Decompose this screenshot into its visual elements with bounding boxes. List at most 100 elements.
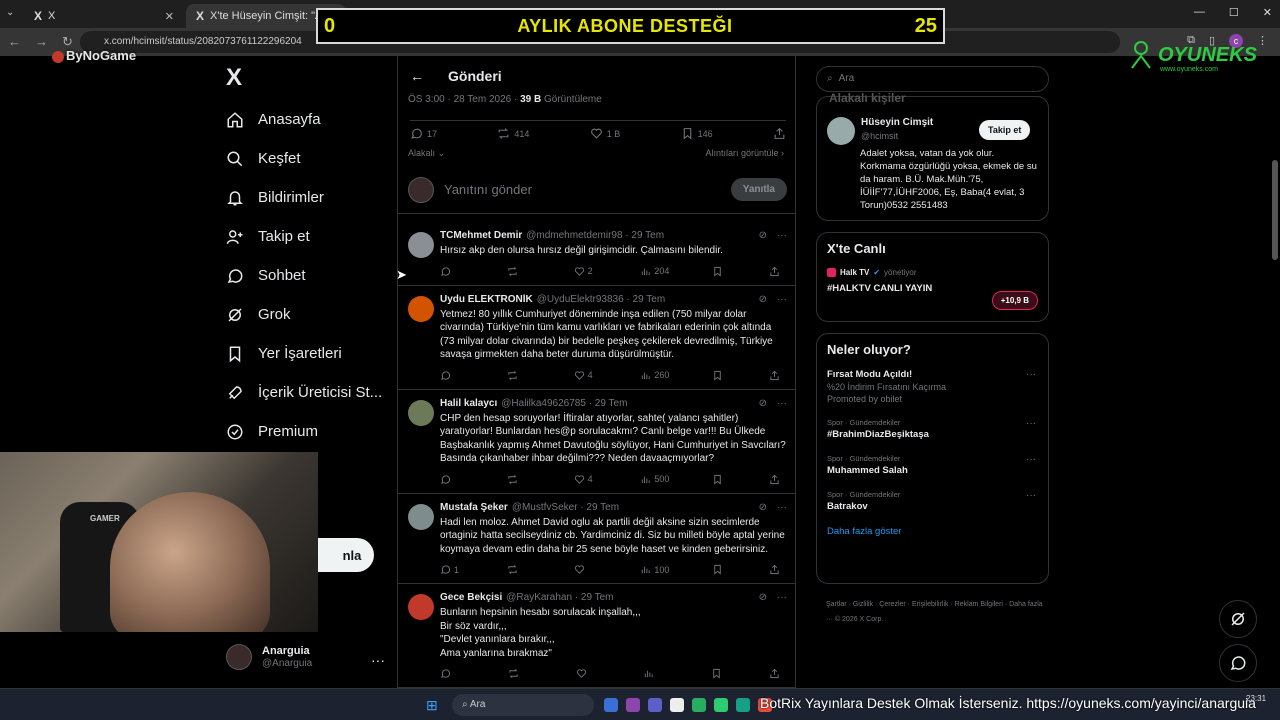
app-icon[interactable]: [604, 698, 618, 712]
repost-action[interactable]: [507, 564, 531, 575]
grok-fab-button[interactable]: [1219, 600, 1257, 638]
live-listener-count[interactable]: +10,9 B: [991, 291, 1038, 310]
app-icon[interactable]: [736, 698, 750, 712]
forward-icon[interactable]: →: [35, 34, 48, 50]
share-action[interactable]: [769, 668, 783, 679]
sidebar-item-grok[interactable]: Grok: [226, 295, 382, 334]
avatar[interactable]: [408, 503, 434, 530]
minimize-icon[interactable]: —: [1194, 6, 1205, 19]
user-name[interactable]: Hüseyin Cimşit: [861, 117, 933, 128]
grok-icon[interactable]: ⊘: [759, 592, 767, 603]
more-icon[interactable]: ···: [1026, 454, 1036, 465]
avatar[interactable]: [408, 594, 434, 620]
like-count[interactable]: 1 B: [590, 127, 620, 140]
sidebar-item-follow[interactable]: Takip et: [226, 217, 382, 256]
reply-action[interactable]: 1: [440, 564, 464, 575]
tab-x[interactable]: X X ✕: [24, 4, 184, 28]
view-quotes-link[interactable]: Alıntıları görüntüle ›: [705, 148, 784, 159]
more-icon[interactable]: ···: [777, 230, 787, 241]
reply-action[interactable]: [440, 370, 464, 381]
avatar[interactable]: [408, 295, 434, 322]
tweet-reply[interactable]: Mustafa Şeker @MustfvSeker · 29 Tem ⊘ ··· Ha…: [398, 494, 795, 584]
more-icon[interactable]: ···: [777, 294, 787, 305]
bookmark-action[interactable]: [712, 266, 726, 277]
reply-count[interactable]: 17: [410, 127, 437, 140]
app-icon[interactable]: [648, 698, 662, 712]
trend-item[interactable]: Spor · Gündemdekiler Muhammed Salah ···: [827, 454, 1038, 476]
sidebar-item-premium[interactable]: Premium: [226, 412, 382, 451]
bookmark-action[interactable]: [712, 564, 726, 575]
more-icon[interactable]: ···: [777, 398, 787, 409]
share-action[interactable]: [769, 474, 783, 485]
tweet-reply[interactable]: Halil kalaycı @Halilka49626785 · 29 Tem ⊘ ·…: [398, 390, 795, 494]
more-icon[interactable]: ···: [1026, 418, 1036, 429]
views-action[interactable]: 100: [640, 564, 669, 575]
footer-links[interactable]: Şartlar · Gizlilik · Çerezler · Erişileb…: [826, 597, 1046, 627]
close-tab-icon[interactable]: ✕: [165, 10, 174, 23]
bookmark-action[interactable]: [712, 370, 726, 381]
back-arrow-icon[interactable]: ←: [410, 68, 424, 84]
trend-item[interactable]: Spor · Gündemdekiler Batrakov ···: [827, 490, 1038, 512]
tweet-reply[interactable]: Gece Bekçisi @RayKarahan · 29 Tem ⊘ ··· Bunl…: [398, 584, 795, 688]
repost-action[interactable]: [508, 668, 532, 679]
reply-button[interactable]: Yanıtla: [730, 178, 787, 201]
more-icon[interactable]: ···: [1026, 490, 1036, 501]
reply-input[interactable]: Yanıtını gönder: [444, 182, 721, 197]
tweet-author[interactable]: TCMehmet Demir: [440, 230, 522, 241]
grok-icon[interactable]: ⊘: [759, 502, 767, 513]
repost-action[interactable]: [507, 370, 531, 381]
sidebar-item-notifications[interactable]: Bildirimler: [226, 178, 382, 217]
bookmark-action[interactable]: [712, 474, 726, 485]
views-action[interactable]: [643, 668, 667, 679]
app-icon[interactable]: [692, 698, 706, 712]
share-button[interactable]: [773, 127, 786, 140]
tweet-reply[interactable]: TCMehmet Demir @mdmehmetdemir98 · 29 Tem ⊘…: [398, 222, 795, 286]
views-action[interactable]: 204: [640, 266, 669, 277]
follow-button[interactable]: Takip et: [979, 120, 1031, 140]
tweet-author[interactable]: Uydu ELEKTRONİK: [440, 294, 533, 305]
reply-action[interactable]: [440, 474, 464, 485]
show-more-link[interactable]: Daha fazla göster: [827, 526, 1038, 537]
bookmark-action[interactable]: [711, 668, 725, 679]
more-icon[interactable]: ···: [371, 652, 385, 668]
maximize-icon[interactable]: ☐: [1229, 6, 1239, 19]
search-input[interactable]: ⌕ Ara: [816, 66, 1049, 92]
repost-action[interactable]: [507, 474, 531, 485]
back-icon[interactable]: ←: [8, 34, 21, 50]
repost-count[interactable]: 414: [497, 127, 529, 140]
sidebar-item-explore[interactable]: Keşfet: [226, 139, 382, 178]
windows-start-icon[interactable]: ⊞: [426, 697, 438, 714]
like-action[interactable]: [576, 668, 600, 679]
reply-action[interactable]: [440, 668, 464, 679]
live-source[interactable]: Halk TV ✔ yönetiyor: [827, 268, 1038, 277]
share-action[interactable]: [769, 370, 783, 381]
like-action[interactable]: 4: [574, 474, 598, 485]
like-action[interactable]: 4: [574, 370, 598, 381]
repost-action[interactable]: [507, 266, 531, 277]
account-switcher[interactable]: Anarguia @Anarguia: [226, 644, 312, 670]
reply-action[interactable]: [440, 266, 464, 277]
more-icon[interactable]: ···: [777, 502, 787, 513]
views-action[interactable]: 500: [640, 474, 669, 485]
avatar[interactable]: [408, 399, 434, 426]
app-icon[interactable]: [670, 698, 684, 712]
app-icon[interactable]: [714, 698, 728, 712]
grok-icon[interactable]: ⊘: [759, 230, 767, 241]
more-icon[interactable]: ···: [777, 592, 787, 603]
page-scrollbar[interactable]: [1272, 160, 1278, 260]
close-window-icon[interactable]: ✕: [1263, 6, 1272, 19]
tweet-author[interactable]: Halil kalaycı: [440, 398, 497, 409]
x-logo[interactable]: X: [226, 64, 242, 92]
avatar[interactable]: [827, 117, 855, 145]
messages-fab-button[interactable]: [1219, 644, 1257, 682]
grok-icon[interactable]: ⊘: [759, 398, 767, 409]
grok-icon[interactable]: ⊘: [759, 294, 767, 305]
trend-item[interactable]: Fırsat Modu Açıldı! %20 İndirim Fırsatını…: [827, 369, 1038, 404]
like-action[interactable]: 2: [574, 266, 598, 277]
sidebar-item-home[interactable]: Anasayfa: [226, 100, 382, 139]
share-action[interactable]: [769, 564, 783, 575]
sidebar-item-bookmarks[interactable]: Yer İşaretleri: [226, 334, 382, 373]
tab-list-icon[interactable]: ⌄: [6, 7, 14, 18]
menu-icon[interactable]: ⋮: [1257, 34, 1268, 48]
views-action[interactable]: 260: [640, 370, 669, 381]
